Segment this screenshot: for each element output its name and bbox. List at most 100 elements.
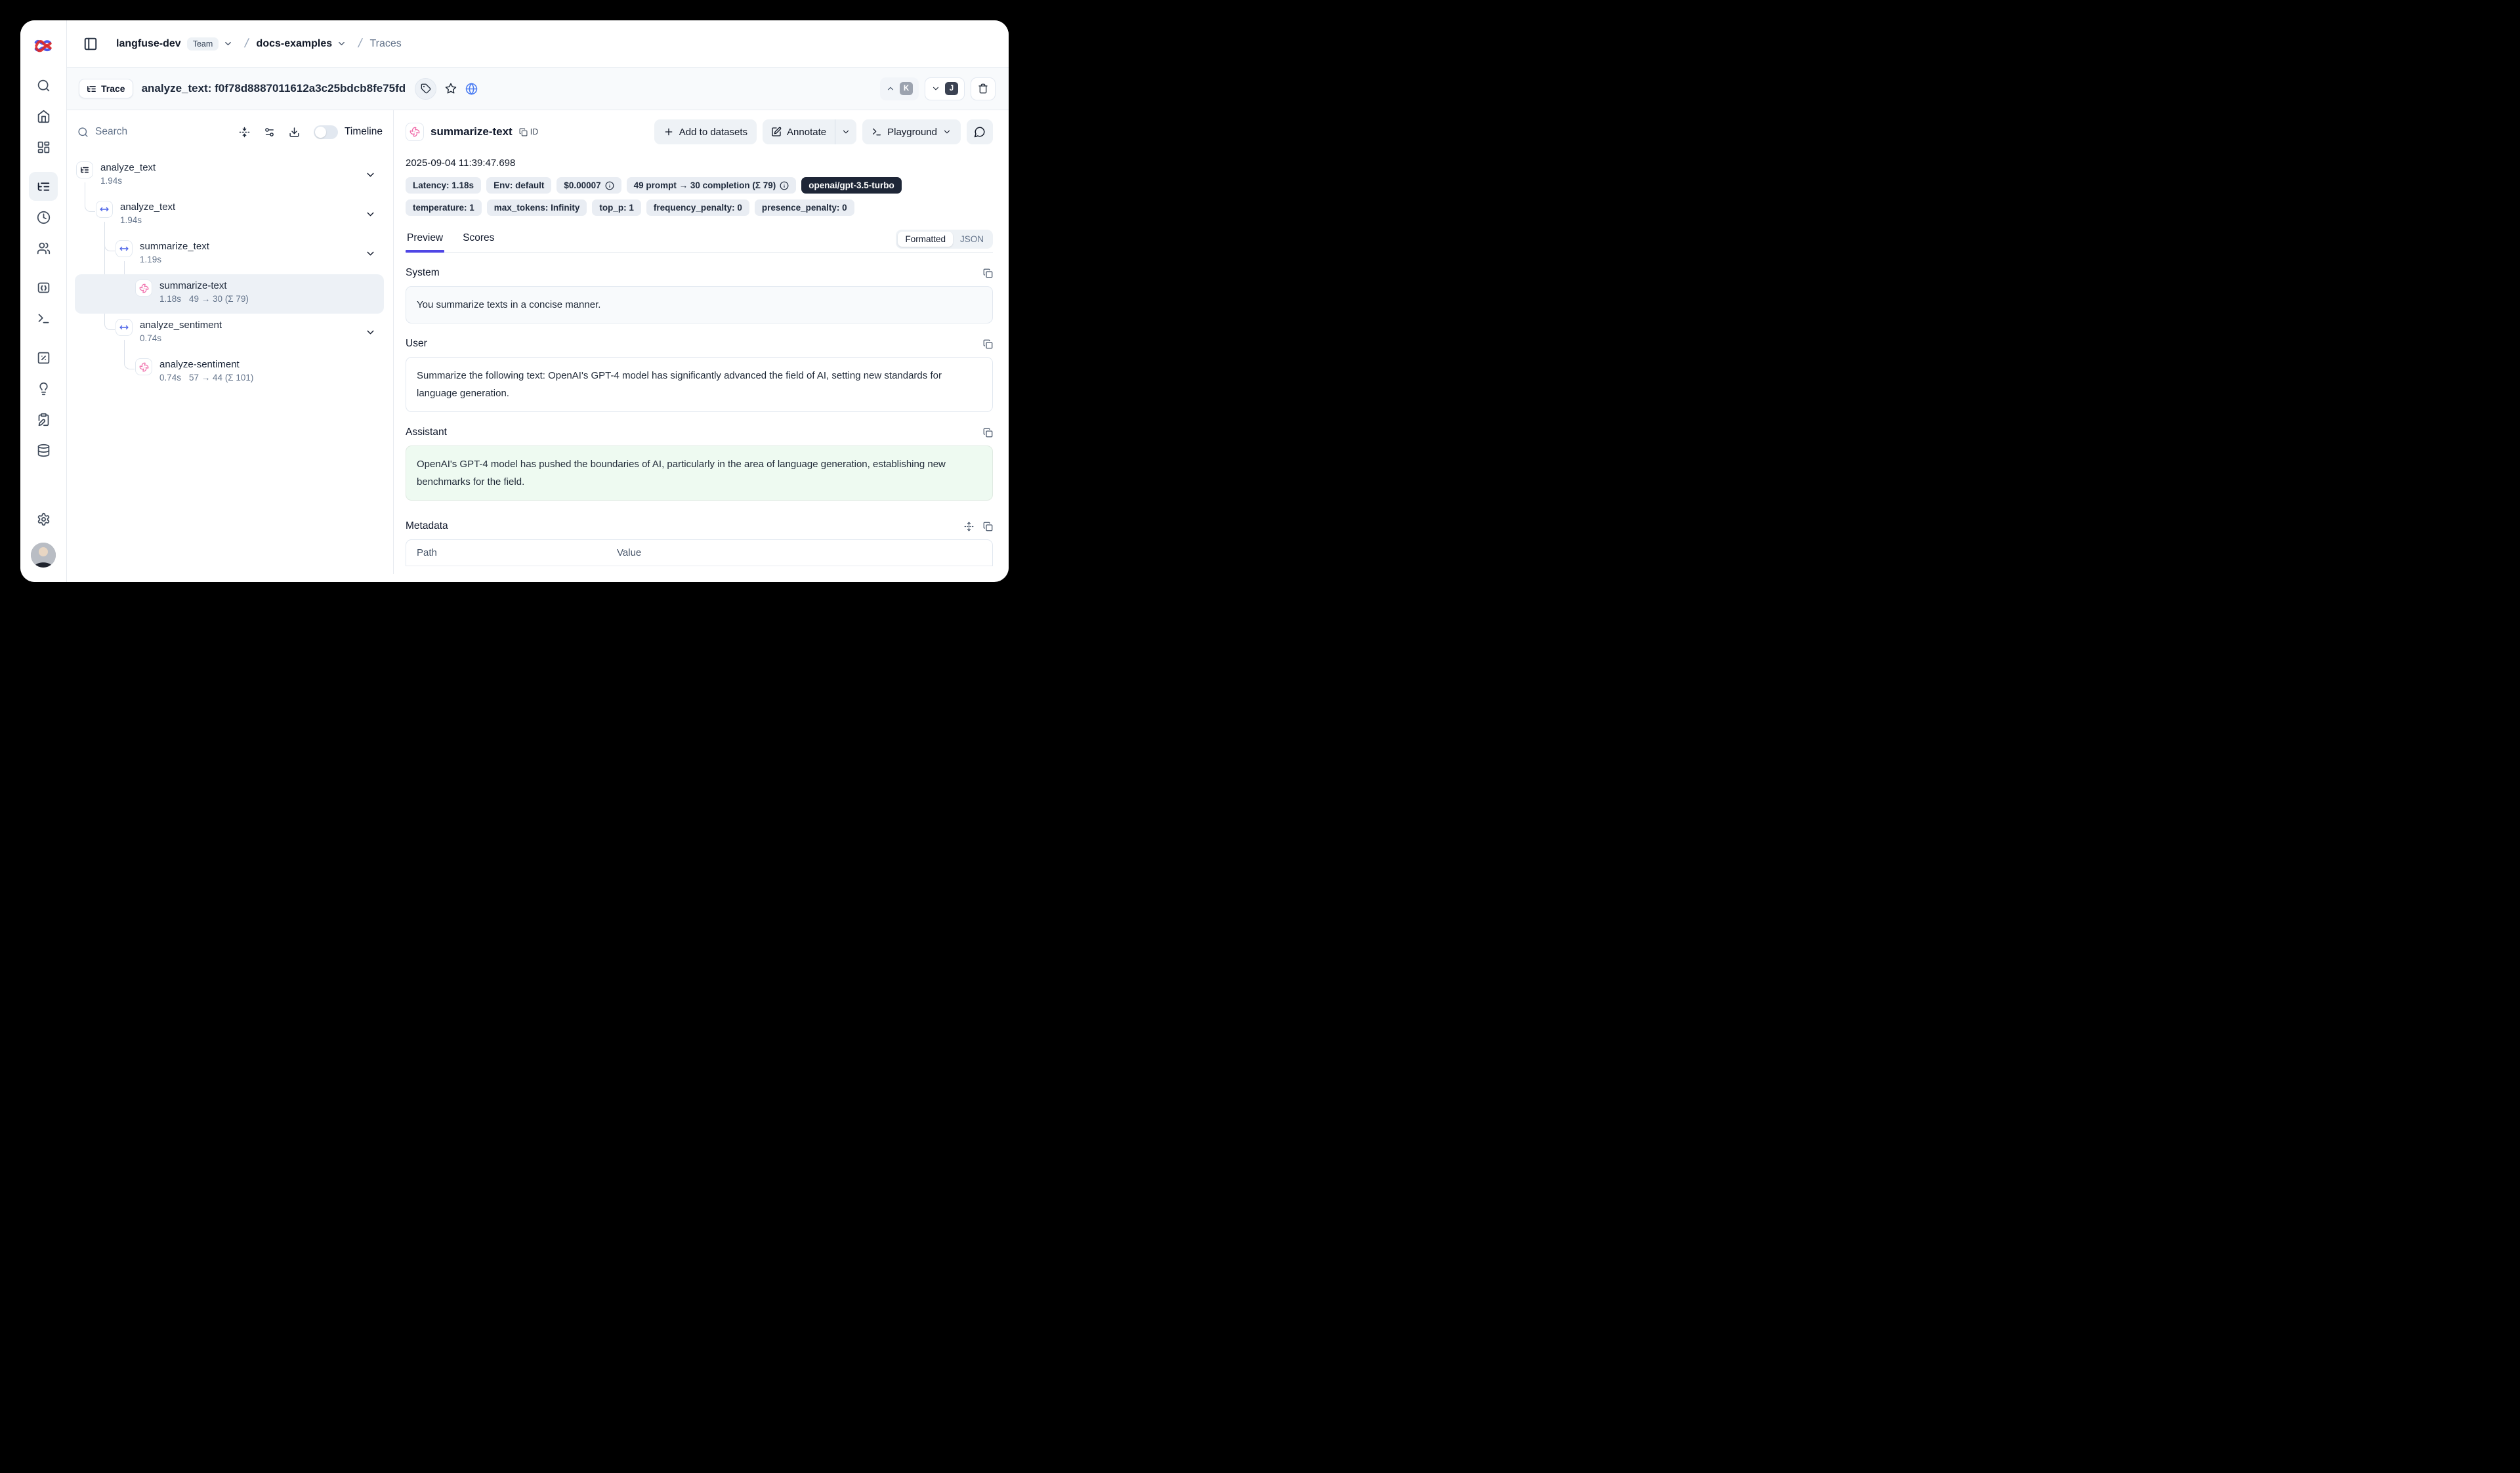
evaluation-percent-icon[interactable]	[29, 343, 58, 372]
timeline-toggle[interactable]	[314, 125, 338, 139]
tree-row-summarize-text-span[interactable]: summarize_text 1.19s	[75, 235, 384, 274]
tree-search-input[interactable]	[95, 126, 167, 138]
assistant-heading: Assistant	[406, 426, 447, 438]
trace-header-row: Trace analyze_text: f0f78d8887011612a3c2…	[67, 68, 1009, 110]
row-chevron-down-icon[interactable]	[365, 209, 376, 220]
copy-metadata-button[interactable]	[983, 522, 993, 531]
project-switcher-chevron-icon[interactable]	[337, 39, 346, 49]
node-label: analyze_sentiment	[140, 320, 222, 331]
detail-header: summarize-text ID Add to datasets Annota…	[406, 110, 993, 154]
tab-scores[interactable]: Scores	[461, 232, 495, 252]
metadata-col-path: Path	[417, 547, 617, 558]
org-type-badge: Team	[187, 37, 219, 51]
tree-row-analyze-text-span[interactable]: analyze_text 1.94s	[75, 196, 384, 235]
node-label: summarize-text	[159, 280, 249, 291]
row-chevron-down-icon[interactable]	[365, 169, 376, 180]
system-message: You summarize texts in a concise manner.	[406, 286, 993, 323]
copy-icon	[519, 128, 528, 136]
insights-lightbulb-icon[interactable]	[29, 374, 58, 403]
annotate-dropdown-chevron[interactable]	[835, 119, 856, 144]
row-chevron-down-icon[interactable]	[365, 248, 376, 259]
tree-row-analyze-sentiment-generation[interactable]: analyze-sentiment 0.74s57 → 44 (Σ 101)	[75, 353, 384, 392]
plus-icon	[663, 127, 674, 137]
cost-badge[interactable]: $0.00007	[556, 177, 621, 194]
sessions-clock-icon[interactable]	[29, 203, 58, 232]
trace-chip-label: Trace	[101, 83, 125, 94]
playground-button[interactable]: Playground	[862, 119, 961, 144]
user-heading: User	[406, 338, 427, 350]
presence-penalty-badge: presence_penalty: 0	[755, 199, 854, 216]
metadata-heading: Metadata	[406, 520, 448, 532]
add-to-datasets-button[interactable]: Add to datasets	[654, 119, 757, 144]
trace-type-chip[interactable]: Trace	[79, 79, 133, 98]
sidebar-toggle-icon[interactable]	[83, 37, 98, 51]
tree-toolbar: Timeline	[67, 110, 393, 154]
token-usage-badge[interactable]: 49 prompt → 30 completion (Σ 79)	[627, 177, 797, 194]
copy-system-button[interactable]	[983, 268, 993, 278]
copy-assistant-button[interactable]	[983, 428, 993, 438]
node-duration: 1.94s	[100, 176, 122, 186]
tree-row-analyze-sentiment-span[interactable]: analyze_sentiment 0.74s	[75, 314, 384, 353]
tree-settings-icon[interactable]	[264, 127, 275, 138]
node-label: analyze_text	[120, 201, 175, 213]
settings-gear-icon[interactable]	[29, 505, 58, 533]
breadcrumb-org[interactable]: langfuse-dev	[116, 38, 181, 50]
tracing-icon[interactable]	[29, 172, 58, 201]
row-chevron-down-icon[interactable]	[365, 327, 376, 338]
trace-tree: analyze_text 1.94s analyze_text 1.94s	[67, 154, 393, 392]
user-message: Summarize the following text: OpenAI's G…	[406, 357, 993, 412]
public-globe-icon[interactable]	[465, 83, 478, 95]
users-icon[interactable]	[29, 234, 58, 262]
view-json-option[interactable]: JSON	[953, 232, 991, 247]
playground-label: Playground	[887, 127, 937, 138]
playground-terminal-icon[interactable]	[29, 304, 58, 333]
datasets-database-icon[interactable]	[29, 436, 58, 465]
collapse-all-icon[interactable]	[239, 127, 250, 138]
chevron-down-icon	[942, 127, 952, 136]
breadcrumb-section[interactable]: Traces	[369, 38, 401, 50]
add-to-datasets-label: Add to datasets	[679, 127, 747, 138]
generation-node-icon	[135, 358, 152, 375]
user-avatar[interactable]	[31, 543, 56, 568]
observation-title: summarize-text	[430, 125, 513, 138]
span-node-icon	[96, 201, 113, 218]
dashboard-icon[interactable]	[29, 133, 58, 161]
search-icon[interactable]	[29, 71, 58, 100]
top-bar: langfuse-dev Team / docs-examples / Trac…	[67, 20, 1009, 68]
org-switcher-chevron-icon[interactable]	[223, 39, 233, 49]
tag-icon[interactable]	[415, 78, 436, 100]
comments-button[interactable]	[967, 119, 993, 144]
latency-badge: Latency: 1.18s	[406, 177, 481, 194]
annotate-button[interactable]: Annotate	[763, 119, 835, 144]
prompts-icon[interactable]	[29, 273, 58, 302]
tab-preview[interactable]: Preview	[406, 232, 444, 252]
tree-row-analyze-text-root[interactable]: analyze_text 1.94s	[75, 156, 384, 196]
next-trace-button[interactable]: J	[925, 77, 965, 100]
breadcrumb-project[interactable]: docs-examples	[257, 38, 333, 50]
download-icon[interactable]	[289, 127, 300, 138]
expand-metadata-button[interactable]	[964, 522, 974, 531]
span-node-icon	[116, 240, 133, 257]
generation-node-icon	[135, 280, 152, 297]
tree-row-summarize-text-generation[interactable]: summarize-text 1.18s49 → 30 (Σ 79)	[75, 274, 384, 314]
info-icon	[605, 181, 614, 190]
star-favorite-icon[interactable]	[445, 83, 457, 94]
annotate-pen-icon	[771, 127, 782, 137]
delete-trace-button[interactable]	[971, 77, 996, 100]
home-icon[interactable]	[29, 102, 58, 131]
info-icon	[780, 181, 789, 190]
observation-timestamp: 2025-09-04 11:39:47.698	[406, 157, 993, 169]
terminal-icon	[872, 127, 882, 137]
copy-id-button[interactable]: ID	[519, 127, 539, 136]
metadata-section: Metadata Path Value	[406, 520, 993, 566]
view-formatted-option[interactable]: Formatted	[898, 232, 953, 247]
view-mode-segmented-control: Formatted JSON	[896, 230, 993, 249]
node-duration: 1.94s	[120, 215, 142, 225]
breadcrumb-separator: /	[357, 37, 364, 51]
assistant-message: OpenAI's GPT-4 model has pushed the boun…	[406, 446, 993, 501]
copy-user-button[interactable]	[983, 339, 993, 349]
model-badge[interactable]: openai/gpt-3.5-turbo	[801, 177, 902, 194]
annotation-clipboard-pen-icon[interactable]	[29, 405, 58, 434]
generation-type-icon	[406, 123, 424, 141]
previous-trace-button[interactable]: K	[880, 77, 919, 100]
